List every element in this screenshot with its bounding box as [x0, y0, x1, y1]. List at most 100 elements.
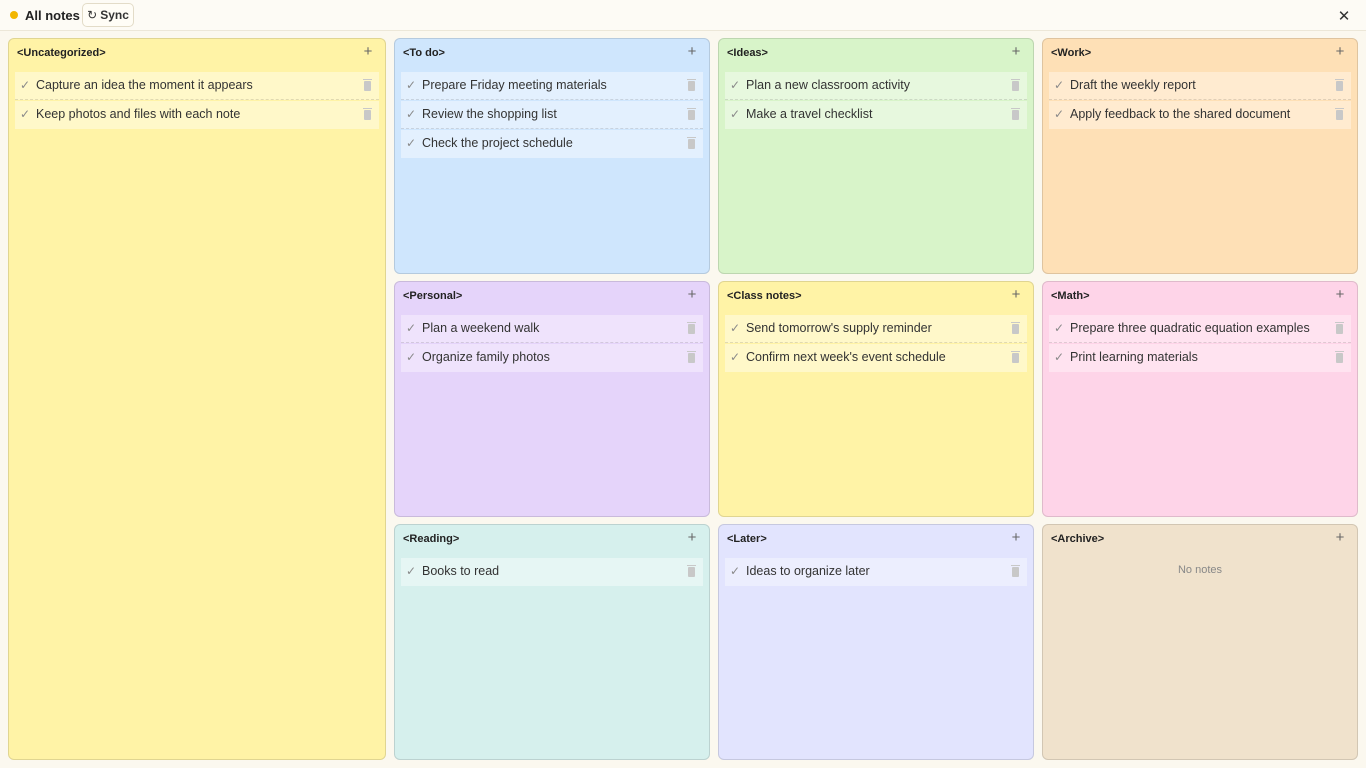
note-list: ✓ Plan a new classroom activity ✓ Make a tr… [725, 72, 1027, 130]
check-icon[interactable]: ✓ [730, 78, 740, 92]
check-icon[interactable]: ✓ [730, 564, 740, 578]
panel-header: <Archive> + [1043, 525, 1357, 553]
panel-math: <Math> + ✓ Prepare three quadratic equation… [1042, 281, 1358, 517]
add-note-icon[interactable]: + [1009, 44, 1023, 60]
check-icon[interactable]: ✓ [406, 136, 416, 150]
add-note-icon[interactable]: + [685, 44, 699, 60]
panel-header: <Math> + [1043, 282, 1357, 310]
note-item[interactable]: ✓ Ideas to organize later [725, 558, 1027, 586]
panel-title: <Reading> [403, 533, 460, 545]
trash-icon[interactable] [687, 137, 696, 149]
note-list: ✓ Draft the weekly report ✓ Apply feedback … [1049, 72, 1351, 130]
add-note-icon[interactable]: + [1333, 287, 1347, 303]
add-note-icon[interactable]: + [1009, 287, 1023, 303]
add-note-icon[interactable]: + [361, 44, 375, 60]
note-list: ✓ Capture an idea the moment it appears ✓ K… [15, 72, 379, 130]
trash-icon[interactable] [687, 108, 696, 120]
panel-title: <Later> [727, 533, 767, 545]
check-icon[interactable]: ✓ [730, 321, 740, 335]
note-text: Ideas to organize later [746, 564, 870, 578]
empty-notes-label: No notes [1177, 564, 1223, 576]
trash-icon[interactable] [1335, 351, 1344, 363]
note-item[interactable]: ✓ Organize family photos [401, 344, 703, 372]
add-note-icon[interactable]: + [685, 530, 699, 546]
note-item[interactable]: ✓ Send tomorrow's supply reminder [725, 315, 1027, 343]
trash-icon[interactable] [1335, 79, 1344, 91]
trash-icon[interactable] [1335, 108, 1344, 120]
check-icon[interactable]: ✓ [20, 78, 30, 92]
top-bar: All notes ↻ Sync ✕ [0, 0, 1366, 31]
trash-icon[interactable] [1011, 322, 1020, 334]
note-text: Books to read [422, 564, 500, 578]
close-icon[interactable]: ✕ [1334, 7, 1354, 27]
add-note-icon[interactable]: + [685, 287, 699, 303]
note-list: ✓ Prepare Friday meeting materials ✓ Review… [401, 72, 703, 159]
check-icon[interactable]: ✓ [406, 564, 416, 578]
note-text: Make a travel checklist [746, 107, 873, 121]
note-text: Apply feedback to the shared document [1070, 107, 1291, 121]
trash-icon[interactable] [1011, 565, 1020, 577]
trash-icon[interactable] [1335, 322, 1344, 334]
trash-icon[interactable] [1011, 351, 1020, 363]
note-item[interactable]: ✓ Confirm next week's event schedule [725, 344, 1027, 372]
panel-archive: <Archive> + No notes [1042, 524, 1358, 760]
panel-header: <Class notes> + [719, 282, 1033, 310]
check-icon[interactable]: ✓ [406, 78, 416, 92]
note-list: ✓ Ideas to organize later [725, 558, 1027, 587]
note-item[interactable]: ✓ Capture an idea the moment it appears [15, 72, 379, 100]
note-item[interactable]: ✓ Plan a weekend walk [401, 315, 703, 343]
add-note-icon[interactable]: + [1333, 44, 1347, 60]
add-note-icon[interactable]: + [1009, 530, 1023, 546]
panel-header: <Work> + [1043, 39, 1357, 67]
trash-icon[interactable] [363, 108, 372, 120]
note-list: ✓ Send tomorrow's supply reminder ✓ Confirm… [725, 315, 1027, 373]
check-icon[interactable]: ✓ [1054, 321, 1064, 335]
note-text: Send tomorrow's supply reminder [746, 321, 932, 335]
check-icon[interactable]: ✓ [406, 321, 416, 335]
notes-board: <Uncategorized> + ✓ Capture an idea the mom… [0, 31, 1366, 768]
sync-label: Sync [100, 8, 129, 22]
status-dot-icon [10, 11, 18, 19]
note-item[interactable]: ✓ Print learning materials [1049, 344, 1351, 372]
note-list: ✓ Plan a weekend walk ✓ Organize family pho… [401, 315, 703, 373]
panel-title: <Math> [1051, 290, 1090, 302]
check-icon[interactable]: ✓ [406, 107, 416, 121]
check-icon[interactable]: ✓ [406, 350, 416, 364]
check-icon[interactable]: ✓ [730, 350, 740, 364]
trash-icon[interactable] [687, 565, 696, 577]
panel-title: <Personal> [403, 290, 463, 302]
trash-icon[interactable] [363, 79, 372, 91]
sync-button[interactable]: ↻ Sync [82, 3, 134, 27]
panel-header: <Personal> + [395, 282, 709, 310]
note-item[interactable]: ✓ Books to read [401, 558, 703, 586]
trash-icon[interactable] [1011, 79, 1020, 91]
trash-icon[interactable] [687, 322, 696, 334]
note-item[interactable]: ✓ Draft the weekly report [1049, 72, 1351, 100]
note-item[interactable]: ✓ Check the project schedule [401, 130, 703, 158]
trash-icon[interactable] [687, 351, 696, 363]
trash-icon[interactable] [1011, 108, 1020, 120]
note-item[interactable]: ✓ Plan a new classroom activity [725, 72, 1027, 100]
trash-icon[interactable] [687, 79, 696, 91]
panel-reading: <Reading> + ✓ Books to read [394, 524, 710, 760]
add-note-icon[interactable]: + [1333, 530, 1347, 546]
panel-header: <Ideas> + [719, 39, 1033, 67]
check-icon[interactable]: ✓ [20, 107, 30, 121]
panel-title: <Uncategorized> [17, 47, 106, 59]
note-item[interactable]: ✓ Make a travel checklist [725, 101, 1027, 129]
note-list: ✓ Books to read [401, 558, 703, 587]
note-text: Plan a weekend walk [422, 321, 540, 335]
note-item[interactable]: ✓ Apply feedback to the shared document [1049, 101, 1351, 129]
note-item[interactable]: ✓ Review the shopping list [401, 101, 703, 129]
note-item[interactable]: ✓ Prepare Friday meeting materials [401, 72, 703, 100]
panel-ideas: <Ideas> + ✓ Plan a new classroom activity ✓ M… [718, 38, 1034, 274]
note-item[interactable]: ✓ Keep photos and files with each note [15, 101, 379, 129]
note-text: Organize family photos [422, 350, 550, 364]
panel-title: <Archive> [1051, 533, 1105, 545]
check-icon[interactable]: ✓ [1054, 78, 1064, 92]
check-icon[interactable]: ✓ [730, 107, 740, 121]
note-item[interactable]: ✓ Prepare three quadratic equation exampl… [1049, 315, 1351, 343]
note-text: Plan a new classroom activity [746, 78, 910, 92]
check-icon[interactable]: ✓ [1054, 107, 1064, 121]
check-icon[interactable]: ✓ [1054, 350, 1064, 364]
